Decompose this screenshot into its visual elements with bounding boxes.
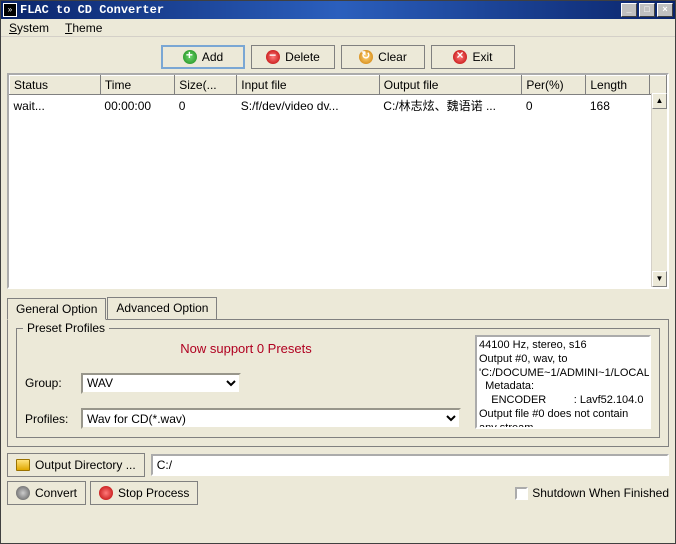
output-dir-label: Output Directory ... bbox=[35, 458, 136, 472]
tab-advanced[interactable]: Advanced Option bbox=[107, 297, 217, 319]
tab-general[interactable]: General Option bbox=[7, 298, 106, 320]
cell-length: 168 bbox=[586, 95, 650, 117]
cell-input: S:/f/dev/video dv... bbox=[237, 95, 380, 117]
group-select[interactable]: WAV bbox=[81, 373, 241, 394]
preset-message: Now support 0 Presets bbox=[25, 335, 467, 358]
add-button[interactable]: Add bbox=[161, 45, 245, 69]
app-icon: » bbox=[3, 3, 17, 17]
maximize-button[interactable]: □ bbox=[639, 3, 655, 17]
delete-label: Delete bbox=[285, 50, 320, 64]
titlebar[interactable]: » FLAC to CD Converter _ □ × bbox=[1, 1, 675, 19]
main-window: » FLAC to CD Converter _ □ × System Them… bbox=[0, 0, 676, 544]
vertical-scrollbar[interactable]: ▲ ▼ bbox=[651, 93, 667, 287]
menubar: System Theme bbox=[1, 19, 675, 37]
profiles-label: Profiles: bbox=[25, 412, 77, 426]
stop-button[interactable]: Stop Process bbox=[90, 481, 198, 505]
delete-button[interactable]: Delete bbox=[251, 45, 335, 69]
col-status[interactable]: Status bbox=[10, 76, 101, 95]
file-grid[interactable]: Status Time Size(... Input file Output f… bbox=[7, 73, 669, 289]
output-directory-button[interactable]: Output Directory ... bbox=[7, 453, 145, 477]
col-length[interactable]: Length bbox=[586, 76, 650, 95]
cell-output: C:/林志炫、魏语诺 ... bbox=[379, 95, 522, 117]
cell-per: 0 bbox=[522, 95, 586, 117]
minimize-button[interactable]: _ bbox=[621, 3, 637, 17]
cell-status: wait... bbox=[10, 95, 101, 117]
tab-panel: Preset Profiles Now support 0 Presets Gr… bbox=[7, 319, 669, 447]
clear-label: Clear bbox=[378, 50, 407, 64]
col-size[interactable]: Size(... bbox=[175, 76, 237, 95]
grid-header: Status Time Size(... Input file Output f… bbox=[10, 76, 667, 95]
toolbar: Add Delete Clear Exit bbox=[7, 41, 669, 73]
exit-icon bbox=[453, 50, 467, 64]
col-per[interactable]: Per(%) bbox=[522, 76, 586, 95]
tabs: General Option Advanced Option bbox=[7, 297, 669, 319]
preset-profiles-group: Preset Profiles Now support 0 Presets Gr… bbox=[16, 328, 660, 438]
clear-button[interactable]: Clear bbox=[341, 45, 425, 69]
menu-theme[interactable]: Theme bbox=[59, 20, 108, 36]
col-scroll-gap bbox=[650, 76, 667, 95]
preset-legend: Preset Profiles bbox=[23, 321, 109, 335]
gear-icon bbox=[16, 486, 30, 500]
delete-icon bbox=[266, 50, 280, 64]
cell-size: 0 bbox=[175, 95, 237, 117]
clear-icon bbox=[359, 50, 373, 64]
stop-icon bbox=[99, 486, 113, 500]
shutdown-label: Shutdown When Finished bbox=[532, 486, 669, 500]
cell-time: 00:00:00 bbox=[100, 95, 174, 117]
window-title: FLAC to CD Converter bbox=[20, 3, 621, 17]
table-row[interactable]: wait... 00:00:00 0 S:/f/dev/video dv... … bbox=[10, 95, 667, 117]
convert-label: Convert bbox=[35, 486, 77, 500]
add-icon bbox=[183, 50, 197, 64]
folder-icon bbox=[16, 459, 30, 471]
encoder-log: 44100 Hz, stereo, s16 Output #0, wav, to… bbox=[475, 335, 651, 429]
scroll-down-icon[interactable]: ▼ bbox=[652, 271, 667, 287]
col-time[interactable]: Time bbox=[100, 76, 174, 95]
exit-label: Exit bbox=[472, 50, 492, 64]
col-input[interactable]: Input file bbox=[237, 76, 380, 95]
convert-button[interactable]: Convert bbox=[7, 481, 86, 505]
col-output[interactable]: Output file bbox=[379, 76, 522, 95]
stop-label: Stop Process bbox=[118, 486, 189, 500]
exit-button[interactable]: Exit bbox=[431, 45, 515, 69]
group-label: Group: bbox=[25, 376, 77, 390]
shutdown-checkbox[interactable] bbox=[515, 487, 528, 500]
profiles-select[interactable]: Wav for CD(*.wav) bbox=[81, 408, 461, 429]
scroll-up-icon[interactable]: ▲ bbox=[652, 93, 667, 109]
menu-system[interactable]: System bbox=[3, 20, 55, 36]
close-button[interactable]: × bbox=[657, 3, 673, 17]
output-directory-input[interactable] bbox=[151, 454, 669, 476]
add-label: Add bbox=[202, 50, 223, 64]
